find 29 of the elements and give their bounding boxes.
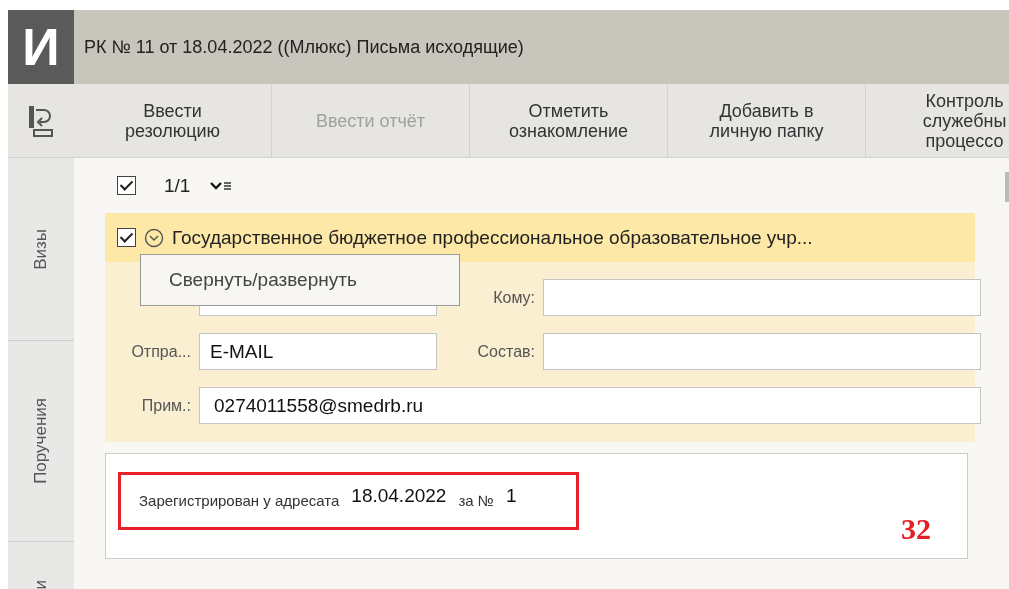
scrollbar[interactable]	[1005, 172, 1009, 202]
record-checkbox[interactable]	[117, 228, 136, 247]
annotation-number: 32	[901, 512, 931, 546]
app-logo: И	[8, 10, 74, 84]
toolbar-button[interactable]: Отметить ознакомление	[470, 84, 668, 157]
registration-label: Зарегистрирован у адресата	[139, 492, 340, 509]
recipient-field[interactable]	[543, 279, 981, 316]
number-label: за №	[458, 492, 494, 509]
toolbar-button[interactable]: Ввести резолюцию	[74, 84, 272, 157]
organization-name: Государственное бюджетное профессиональное образовательное учр...	[172, 226, 813, 249]
registration-date: 18.04.2022	[351, 485, 447, 507]
collapse-icon[interactable]	[144, 227, 164, 248]
return-icon[interactable]	[28, 103, 54, 138]
record-counter: 1/1	[164, 174, 191, 197]
toolbar-button[interactable]: Контроль служебны процессо	[866, 84, 1009, 157]
field-label: Прим.:	[140, 396, 191, 415]
sender-field[interactable]: E-MAIL	[199, 333, 437, 370]
field-label: Состав:	[476, 342, 535, 361]
chevron-list-icon[interactable]	[210, 179, 233, 192]
field-label: Отпра...	[130, 342, 191, 361]
field-label: Кому:	[492, 288, 535, 307]
context-menu[interactable]: Свернуть/развернуть	[140, 254, 460, 306]
note-field[interactable]: 0274011558@smedrb.ru	[199, 387, 981, 424]
window-title: РК № 11 от 18.04.2022 ((Млюкс) Письма исходящие)	[84, 36, 524, 58]
registration-number: 1	[505, 485, 517, 507]
select-all-checkbox[interactable]	[117, 176, 136, 195]
toolbar-button[interactable]: Добавить в личную папку	[668, 84, 866, 157]
composition-field[interactable]	[543, 333, 981, 370]
side-tab[interactable]: и	[8, 542, 74, 589]
